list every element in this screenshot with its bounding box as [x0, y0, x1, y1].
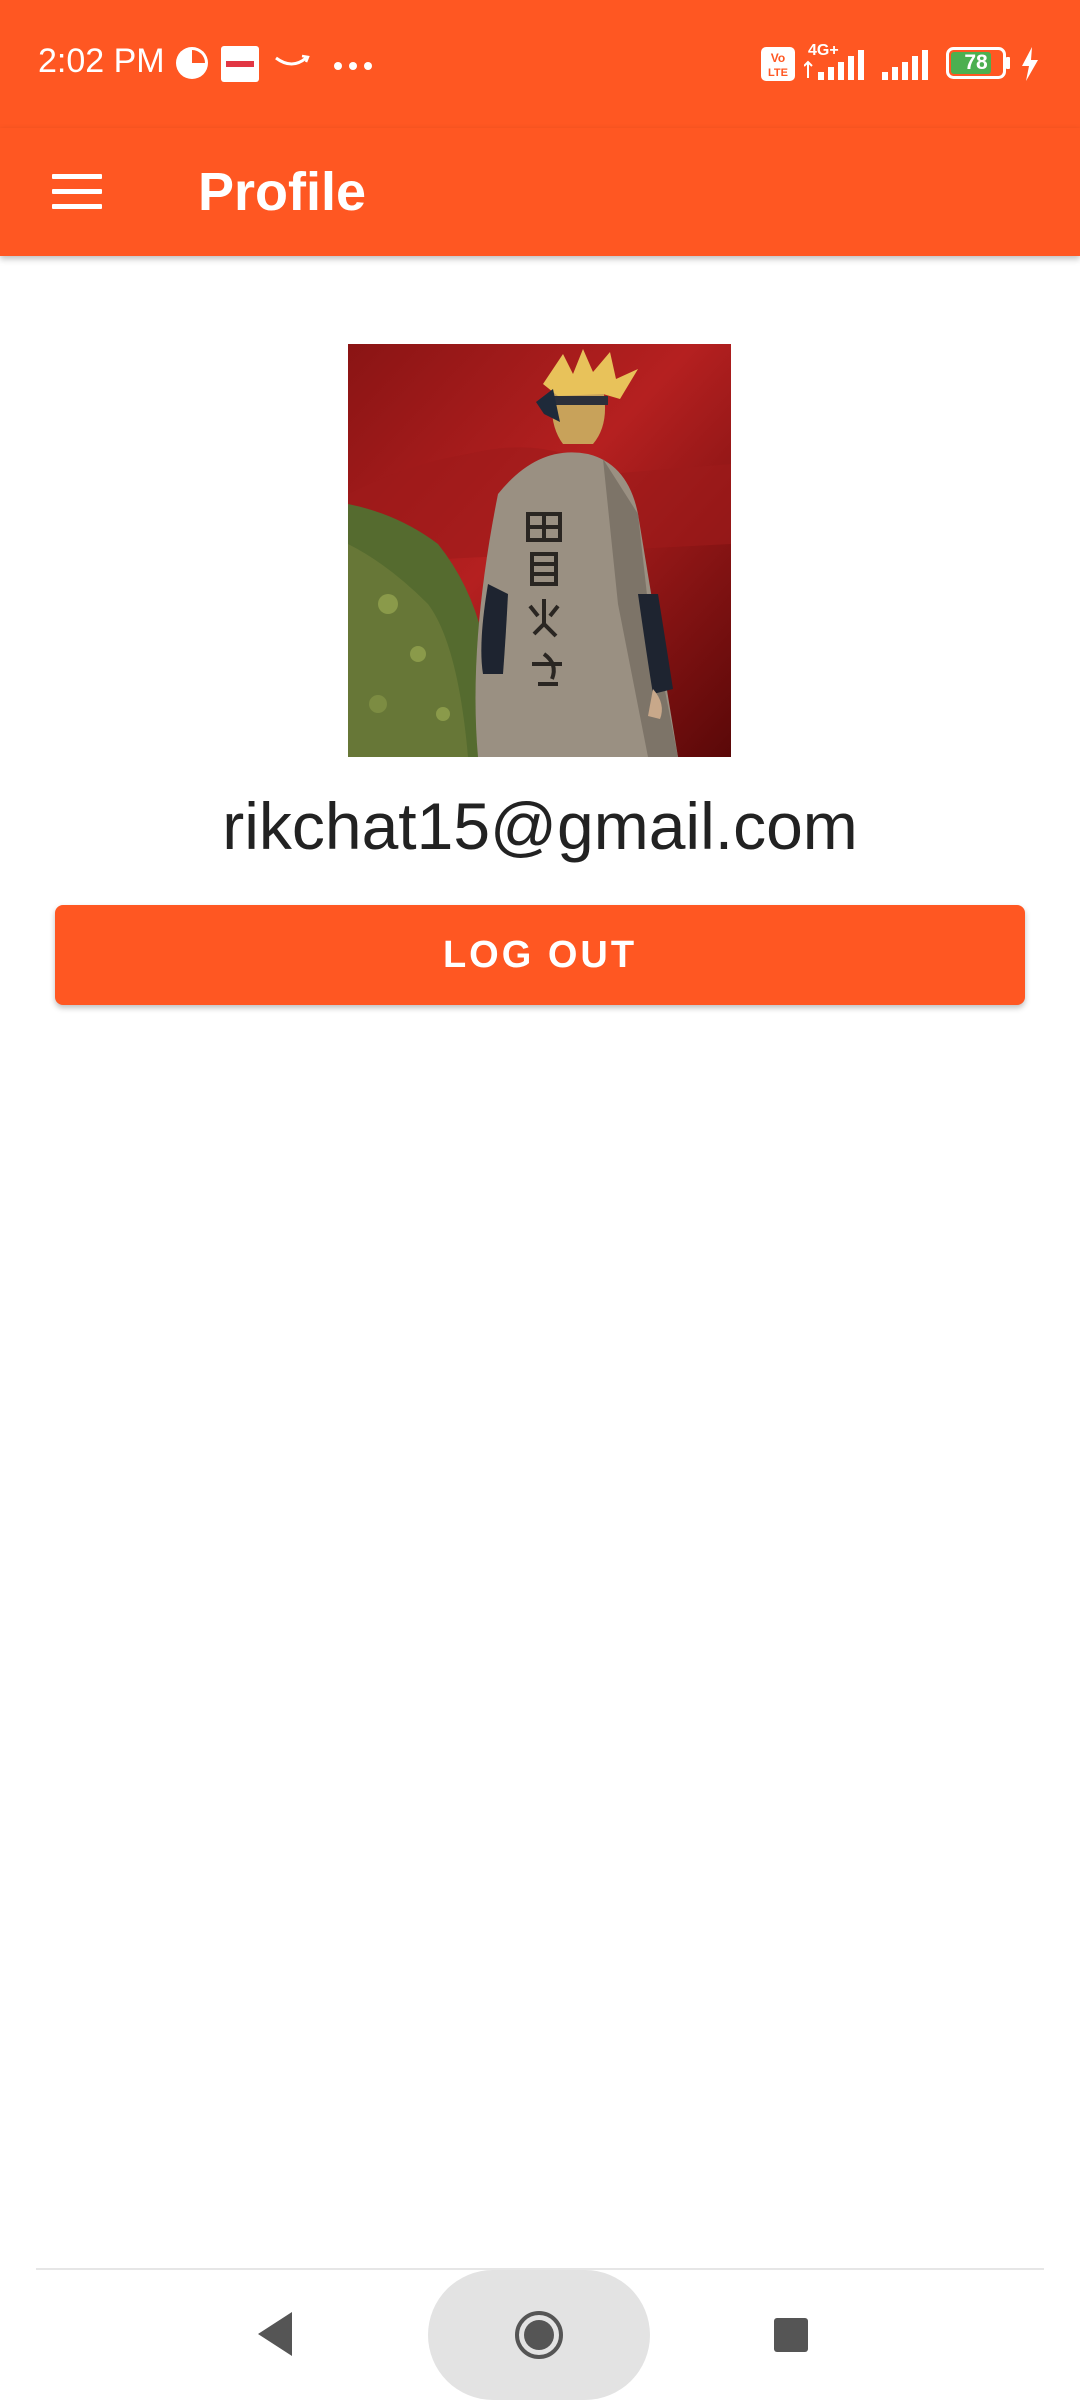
menu-button[interactable] [30, 156, 124, 228]
status-bar: 2:02 PM Vo LTE 4G+ 78 [0, 0, 1080, 128]
page-title: Profile [198, 162, 367, 222]
pie-chart-icon [175, 46, 209, 85]
home-button[interactable] [428, 2270, 650, 2400]
logout-button[interactable]: LOG OUT [55, 905, 1025, 1005]
svg-text:LTE: LTE [768, 67, 788, 79]
recent-apps-icon[interactable] [774, 2318, 808, 2352]
signal-icon [803, 50, 874, 85]
profile-email: rikchat15@gmail.com [222, 789, 858, 863]
charging-icon [1020, 47, 1040, 86]
zomato-icon [221, 46, 259, 87]
svg-text:Vo: Vo [771, 51, 785, 65]
more-dots-icon [333, 58, 373, 76]
app-bar: Profile [0, 128, 1080, 256]
battery-level: 78 [964, 51, 988, 74]
profile-picture [348, 344, 731, 757]
volte-icon: Vo LTE [760, 46, 796, 87]
amazon-icon [272, 50, 312, 79]
status-time: 2:02 PM [38, 42, 165, 80]
home-icon [515, 2311, 563, 2359]
hamburger-menu-icon [52, 174, 102, 209]
back-icon[interactable] [254, 2306, 306, 2367]
signal-icon [882, 50, 934, 85]
